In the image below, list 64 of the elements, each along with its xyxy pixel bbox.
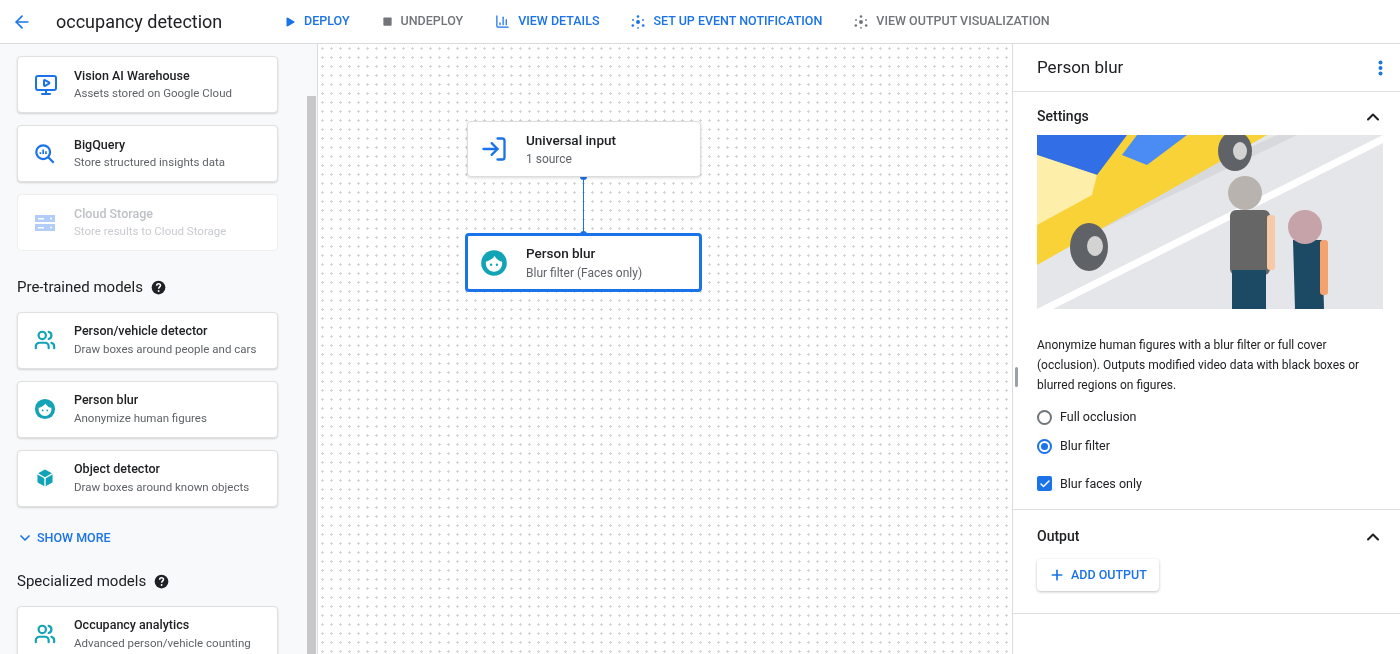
face-icon <box>480 248 508 277</box>
help-icon <box>150 279 166 295</box>
card-title: Person/vehicle detector <box>74 322 209 340</box>
node-title: Universal input <box>526 130 616 150</box>
toolbar-action[interactable]: DEPLOY <box>284 12 350 31</box>
check-icon <box>1038 477 1051 490</box>
card-subtitle: Draw boxes around people and cars <box>74 340 257 358</box>
card-subtitle: Anonymize human figures <box>74 409 207 427</box>
resize-handle[interactable] <box>1015 367 1018 387</box>
toolbar-action[interactable]: SET UP EVENT NOTIFICATION <box>631 12 823 31</box>
model-card[interactable]: Person blur Anonymize human figures <box>17 380 278 438</box>
nodes-icon <box>854 14 869 29</box>
section-heading: Pre-trained models <box>17 277 143 298</box>
checkbox[interactable] <box>1037 476 1052 492</box>
add-output-button[interactable]: ADD OUTPUT <box>1037 559 1159 592</box>
radio-option[interactable]: Blur filter <box>1037 436 1383 456</box>
pipeline-node[interactable]: Person blur Blur filter (Faces only) <box>465 233 702 292</box>
storage-icon <box>34 212 56 233</box>
model-card[interactable]: Vision AI Warehouse Assets stored on Google Cloud <box>17 56 278 113</box>
card-title: Occupancy analytics <box>74 616 191 635</box>
node-title: Person blur <box>526 244 597 264</box>
card-title: Object detector <box>74 460 161 478</box>
model-card[interactable]: BigQuery Store structured insights data <box>17 125 278 182</box>
card-subtitle: Store structured insights data <box>74 154 226 172</box>
card-subtitle: Draw boxes around known objects <box>74 478 250 496</box>
stop-icon <box>381 16 393 27</box>
model-card[interactable]: Object detector Draw boxes around known objects <box>17 449 278 507</box>
scrollbar[interactable] <box>307 96 316 654</box>
checkbox-option[interactable]: Blur faces only <box>1037 474 1383 494</box>
input-icon <box>480 135 508 163</box>
magnifier-chart-icon <box>34 142 56 165</box>
panel-title: Person blur <box>1037 55 1124 79</box>
radio-button[interactable] <box>1037 438 1052 454</box>
radio-button[interactable] <box>1037 409 1052 425</box>
more-options-button[interactable] <box>1378 59 1383 76</box>
card-subtitle: Advanced person/vehicle counting <box>74 635 251 652</box>
card-title: Vision AI Warehouse <box>74 66 191 85</box>
monitor-play-icon <box>34 72 58 97</box>
pipeline-title: occupancy detection <box>56 10 224 34</box>
face-icon <box>34 398 56 420</box>
people-icon <box>34 329 56 351</box>
help-icon <box>154 574 170 589</box>
toolbar-action[interactable]: VIEW DETAILS <box>495 12 600 31</box>
card-title: Person blur <box>74 391 140 409</box>
model-card[interactable]: Person/vehicle detector Draw boxes around people and cars <box>17 311 278 369</box>
card-title: BigQuery <box>74 135 127 154</box>
people-icon <box>34 623 56 646</box>
output-heading: Output <box>1037 527 1080 547</box>
section-heading: Specialized models <box>17 571 147 593</box>
bar-chart-icon <box>495 14 511 29</box>
node-subtitle: Blur filter (Faces only) <box>526 264 643 282</box>
model-card[interactable]: Occupancy analytics Advanced person/vehicle counting <box>17 605 278 654</box>
card-subtitle: Assets stored on Google Cloud <box>74 85 232 103</box>
nodes-icon <box>631 14 646 29</box>
settings-description: Anonymize human figures with a blur filter or full cover (occlusion). Outputs modified video data with black boxes or blurred regions on figures. <box>1037 337 1361 394</box>
cube-icon <box>34 467 56 489</box>
radio-option[interactable]: Full occlusion <box>1037 408 1383 427</box>
pipeline-node[interactable]: Universal input 1 source <box>467 121 701 177</box>
show-more-button[interactable]: SHOW MORE <box>17 528 111 548</box>
play-icon <box>284 15 296 28</box>
more-vertical-icon <box>1378 59 1383 76</box>
settings-heading: Settings <box>1037 107 1089 126</box>
node-subtitle: 1 source <box>526 151 573 169</box>
card-title: Cloud Storage <box>74 204 154 223</box>
